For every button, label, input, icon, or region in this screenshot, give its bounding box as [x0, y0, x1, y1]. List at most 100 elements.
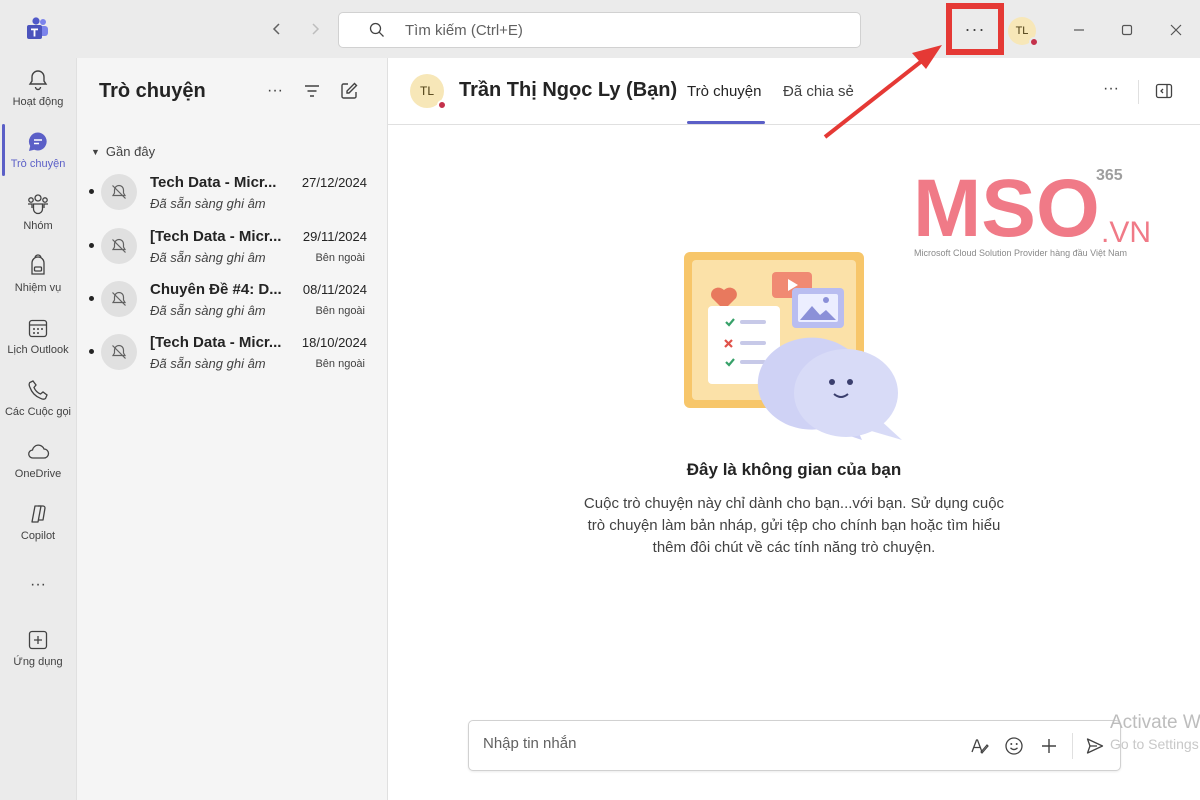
search-input[interactable]: [405, 21, 805, 39]
emoji-button[interactable]: [1002, 734, 1026, 758]
settings-more-button[interactable]: ···: [946, 3, 1004, 55]
external-tag: Bên ngoài: [315, 358, 365, 370]
copilot-icon: [31, 505, 46, 523]
chat-list-pane: Trò chuyện ··· ▼ Gần đây Tech Data - Mic…: [76, 58, 388, 800]
rail-item-copilot[interactable]: Copilot: [0, 498, 76, 556]
rail-item-activity[interactable]: Hoạt động: [0, 64, 76, 122]
empty-state-title: Đây là không gian của bạn: [686, 460, 902, 479]
tab-chat[interactable]: Trò chuyện: [687, 83, 761, 100]
chat-date: 08/11/2024: [302, 282, 367, 297]
tab-shared[interactable]: Đã chia sẻ: [783, 83, 854, 100]
bell-muted-icon: [111, 344, 127, 359]
brand-tagline: Microsoft Cloud Solution Provider hàng đ…: [914, 248, 1127, 258]
chat-name: [Tech Data - Micr...: [150, 228, 282, 245]
activate-windows-subtext: Go to Settings: [1110, 736, 1199, 752]
send-icon: [1086, 738, 1104, 754]
unread-dot: [89, 189, 94, 194]
more-icon: ···: [30, 576, 46, 593]
search-icon: [369, 22, 384, 37]
rail-item-more[interactable]: ···: [0, 572, 76, 630]
section-header-recent[interactable]: ▼ Gần đây: [91, 144, 155, 159]
rail-label: OneDrive: [14, 468, 62, 480]
section-label: Gần đây: [105, 144, 156, 159]
rail-item-teams[interactable]: Nhóm: [0, 188, 76, 246]
meeting-avatar: [101, 228, 137, 264]
chat-title: Trần Thị Ngọc Ly (Bạn): [459, 79, 678, 101]
rail-item-chat[interactable]: Trò chuyện: [0, 126, 76, 184]
user-avatar[interactable]: TL: [1008, 17, 1039, 47]
rail-label: Copilot: [20, 530, 56, 542]
format-button[interactable]: [967, 734, 991, 758]
close-button[interactable]: [1162, 16, 1190, 44]
chat-date: 27/12/2024: [301, 175, 367, 190]
active-tab-indicator: [687, 121, 765, 124]
rail-label: Các Cuộc gọi: [4, 406, 72, 418]
message-composer: [468, 720, 1121, 771]
rail-label: Hoạt động: [12, 96, 64, 108]
meeting-avatar: [101, 281, 137, 317]
calendar-icon: [28, 319, 48, 338]
presence-badge: [1029, 37, 1039, 47]
format-text-icon: [971, 739, 989, 754]
chat-header: TL Trần Thị Ngọc Ly (Bạn) Trò chuyện Đã …: [388, 58, 1200, 125]
chat-name: [Tech Data - Micr...: [150, 334, 282, 351]
minimize-button[interactable]: [1065, 16, 1093, 44]
phone-icon: [28, 380, 48, 400]
chat-preview: Đã sẵn sàng ghi âm: [150, 356, 266, 371]
close-icon: [1170, 24, 1182, 36]
attach-button[interactable]: [1037, 734, 1061, 758]
rail-item-calls[interactable]: Các Cuộc gọi: [0, 374, 76, 432]
rail-item-apps[interactable]: Ứng dụng: [0, 624, 76, 682]
avatar-initials: TL: [419, 84, 434, 98]
chat-list-more-button[interactable]: ···: [267, 82, 283, 100]
chat-main: TL Trần Thị Ngọc Ly (Bạn) Trò chuyện Đã …: [388, 58, 1200, 800]
meeting-avatar: [101, 174, 137, 210]
mso-watermark-logo: MSO .VN 365: [913, 166, 1151, 254]
forward-button[interactable]: [304, 18, 326, 40]
rail-item-calendar[interactable]: Lịch Outlook: [0, 312, 76, 370]
bell-muted-icon: [111, 291, 127, 306]
brand-text: MSO: [913, 166, 1100, 254]
send-button[interactable]: [1083, 734, 1107, 758]
chat-preview: Đã sẵn sàng ghi âm: [150, 250, 266, 265]
chat-name: Chuyên Đề #4: D...: [150, 281, 282, 298]
cloud-icon: [28, 444, 50, 459]
presence-badge: [437, 100, 447, 110]
activate-windows-watermark: Activate W: [1110, 712, 1200, 733]
back-button[interactable]: [266, 18, 288, 40]
search-box[interactable]: [338, 12, 861, 48]
brand-superscript: 365: [1096, 167, 1123, 184]
filter-icon[interactable]: [303, 82, 321, 100]
chat-more-button[interactable]: ···: [1103, 80, 1119, 98]
message-input[interactable]: [483, 735, 943, 752]
rail-item-tasks[interactable]: Nhiệm vụ: [0, 250, 76, 308]
chat-list-item[interactable]: Chuyên Đề #4: D... 08/11/2024 Đã sẵn sàn…: [77, 275, 387, 328]
empty-state-description: Cuộc trò chuyện này chỉ dành cho bạn...v…: [583, 495, 1005, 556]
chat-avatar[interactable]: TL: [410, 74, 447, 110]
emoji-icon: [1005, 737, 1023, 755]
chat-preview: Đã sẵn sàng ghi âm: [150, 196, 266, 211]
external-tag: Bên ngoài: [315, 305, 365, 317]
new-chat-icon[interactable]: [339, 81, 359, 101]
avatar-initials: TL: [1015, 25, 1029, 37]
backpack-icon: [31, 254, 45, 275]
divider: [1072, 733, 1073, 759]
teams-logo-icon[interactable]: [24, 16, 50, 42]
brand-suffix: .VN: [1101, 216, 1151, 249]
rail-label: Ứng dụng: [13, 656, 63, 668]
rail-label: Lịch Outlook: [7, 344, 69, 356]
chat-list-item[interactable]: Tech Data - Micr... 27/12/2024 Đã sẵn sà…: [77, 168, 387, 221]
title-bar: ··· TL: [0, 0, 1200, 58]
side-panel-icon[interactable]: [1154, 81, 1174, 101]
chat-name: Tech Data - Micr...: [150, 174, 277, 191]
chevron-left-icon: [272, 23, 280, 35]
chat-list-item[interactable]: [Tech Data - Micr... 29/11/2024 Đã sẵn s…: [77, 222, 387, 275]
rail-label: Nhiệm vụ: [14, 282, 62, 294]
chat-date: 18/10/2024: [301, 335, 367, 350]
unread-dot: [89, 296, 94, 301]
maximize-button[interactable]: [1113, 16, 1141, 44]
unread-dot: [89, 243, 94, 248]
chat-list-item[interactable]: [Tech Data - Micr... 18/10/2024 Đã sẵn s…: [77, 328, 387, 381]
rail-item-onedrive[interactable]: OneDrive: [0, 436, 76, 494]
teams-icon: [28, 194, 48, 215]
